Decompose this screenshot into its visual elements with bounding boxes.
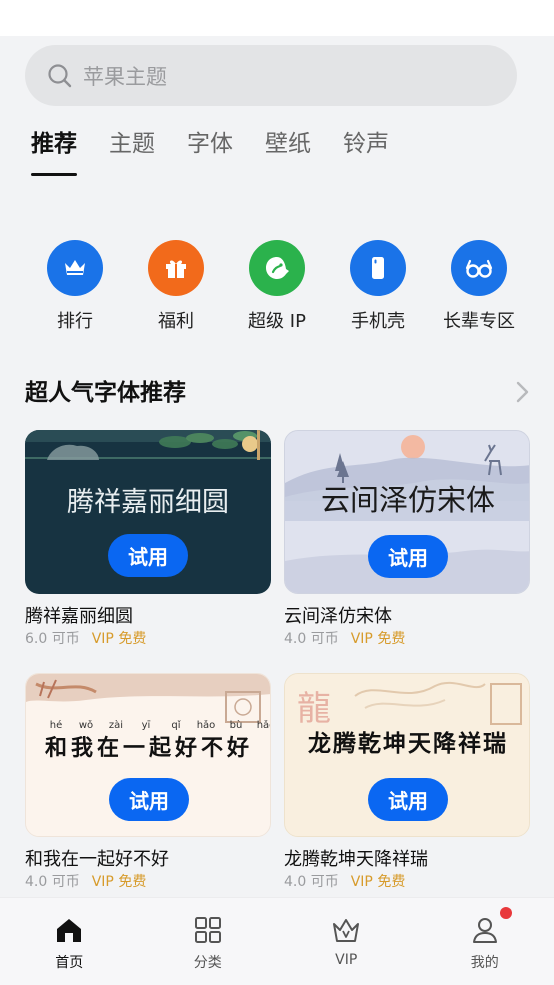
vip-free-badge: VIP 免费 (350, 874, 406, 890)
profile-icon (472, 918, 497, 943)
tab-ringtones[interactable]: 铃声 (343, 126, 389, 176)
vip-free-badge: VIP 免费 (91, 631, 147, 647)
font-preview-text: 云间泽仿宋体 (320, 483, 495, 517)
nav-label: 首页 (55, 955, 84, 971)
nav-profile[interactable]: 我的 (416, 898, 554, 985)
search-bar[interactable]: 苹果主题 (25, 45, 517, 106)
ip-icon (249, 240, 305, 296)
category-tabs: 推荐 主题 字体 壁纸 铃声 (31, 126, 421, 176)
font-preview-text: 龙腾乾坤天降祥瑞 (308, 730, 508, 757)
font-price-row: 4.0 可币 VIP 免费 (284, 628, 405, 648)
nav-label: 分类 (193, 955, 222, 971)
font-price: 4.0 可币 (25, 874, 80, 890)
font-card-preview[interactable]: 龍 龙腾乾坤天降祥瑞 试用 (284, 673, 530, 837)
grid-icon (194, 917, 221, 943)
font-card-preview[interactable]: 腾祥嘉丽细圆 试用 (25, 430, 271, 594)
font-card-preview[interactable]: hé wǒ zài yī qǐ hǎo bù hǎo 和我在一起好不好 试用 (25, 673, 271, 837)
quick-item-elders[interactable]: 长辈专区 (429, 240, 529, 333)
font-price: 6.0 可币 (25, 631, 80, 647)
section-title: 超人气字体推荐 (25, 380, 186, 406)
font-name: 龙腾乾坤天降祥瑞 (284, 849, 428, 870)
try-button[interactable]: 试用 (108, 534, 188, 577)
search-icon (48, 63, 72, 87)
nav-label: 我的 (470, 955, 499, 971)
chevron-right-icon[interactable] (512, 379, 532, 405)
font-preview-text: 腾祥嘉丽细圆 (67, 487, 229, 518)
quick-item-label: 长辈专区 (443, 311, 515, 332)
tab-recommend[interactable]: 推荐 (31, 126, 77, 176)
quick-item-super-ip[interactable]: 超级 IP (227, 240, 327, 333)
vip-free-badge: VIP 免费 (350, 631, 406, 647)
crown-icon (47, 240, 103, 296)
quick-item-ranking[interactable]: 排行 (25, 240, 125, 333)
font-name: 云间泽仿宋体 (284, 606, 392, 627)
nav-home[interactable]: 首页 (0, 898, 139, 985)
quick-item-label: 排行 (57, 311, 93, 332)
font-price-row: 4.0 可币 VIP 免费 (284, 871, 405, 891)
notification-dot (499, 907, 512, 919)
tab-fonts[interactable]: 字体 (187, 126, 233, 176)
quick-item-label: 超级 IP (248, 311, 306, 332)
try-button[interactable]: 试用 (109, 778, 189, 821)
font-name: 和我在一起好不好 (25, 849, 169, 870)
home-icon (57, 919, 82, 942)
vip-crown-icon (333, 919, 360, 942)
quick-item-label: 福利 (158, 311, 194, 332)
quick-entry-row: 排行 福利 超级 IP 手机壳 长辈专区 (25, 240, 529, 333)
search-placeholder: 苹果主题 (83, 64, 167, 89)
font-name: 腾祥嘉丽细圆 (25, 606, 133, 627)
tab-wallpapers[interactable]: 壁纸 (265, 126, 311, 176)
font-price: 4.0 可币 (284, 631, 339, 647)
nav-vip[interactable]: VIP (277, 898, 416, 985)
try-button[interactable]: 试用 (368, 778, 448, 821)
tab-themes[interactable]: 主题 (109, 126, 155, 176)
nav-category[interactable]: 分类 (139, 898, 278, 985)
status-bar (0, 0, 554, 36)
quick-item-welfare[interactable]: 福利 (126, 240, 226, 333)
gift-icon (148, 240, 204, 296)
glasses-icon (451, 240, 507, 296)
bottom-navigation: 首页 分类 VIP 我的 (0, 897, 554, 985)
quick-item-label: 手机壳 (351, 311, 405, 332)
phone-case-icon (350, 240, 406, 296)
font-price-row: 4.0 可币 VIP 免费 (25, 871, 146, 891)
font-price: 4.0 可币 (284, 874, 339, 890)
font-price-row: 6.0 可币 VIP 免费 (25, 628, 146, 648)
font-preview-text: 和我在一起好不好 (44, 735, 253, 761)
svg-text:龍: 龍 (297, 689, 331, 729)
try-button[interactable]: 试用 (368, 535, 448, 578)
nav-label: VIP (335, 952, 358, 968)
quick-item-phone-case[interactable]: 手机壳 (328, 240, 428, 333)
font-card-preview[interactable]: 云间泽仿宋体 试用 (284, 430, 530, 594)
vip-free-badge: VIP 免费 (91, 874, 147, 890)
